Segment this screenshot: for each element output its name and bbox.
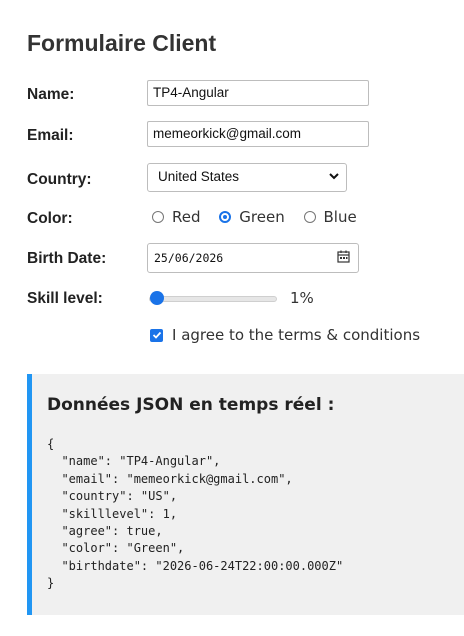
email-label: Email: <box>27 127 74 144</box>
country-row: Country: United States <box>27 163 464 193</box>
chevron-down-icon <box>328 170 340 185</box>
skill-label: Skill level: <box>27 290 103 307</box>
color-row: Color: Red Green Blue <box>27 205 464 235</box>
country-select[interactable]: United States <box>147 163 347 192</box>
radio-green-label: Green <box>239 208 285 226</box>
country-selected-value: United States <box>158 169 240 184</box>
birth-date-row: Birth Date: 25/06/2026 <box>27 243 464 273</box>
birth-date-value: 25/06/2026 <box>154 251 224 265</box>
name-input[interactable]: TP4-Angular <box>147 80 369 106</box>
email-row: Email: memeorkick@gmail.com <box>27 121 464 151</box>
radio-blue[interactable] <box>303 211 316 223</box>
email-input[interactable]: memeorkick@gmail.com <box>147 121 369 147</box>
radio-red[interactable] <box>152 211 164 223</box>
color-option-blue[interactable]: Blue <box>303 208 357 226</box>
page-title: Formulaire Client <box>27 30 217 56</box>
color-option-green[interactable]: Green <box>219 208 285 226</box>
agree-checkbox-row[interactable]: I agree to the terms & conditions <box>150 325 420 345</box>
name-label: Name: <box>27 86 75 103</box>
country-label: Country: <box>27 171 92 188</box>
json-panel: Données JSON en temps réel : { "name": "… <box>27 374 464 615</box>
json-output: { "name": "TP4-Angular", "email": "memeo… <box>47 437 344 591</box>
slider-track <box>149 296 277 302</box>
birth-date-label: Birth Date: <box>27 250 107 267</box>
skill-slider[interactable] <box>149 289 277 309</box>
agree-label: I agree to the terms & conditions <box>172 326 421 344</box>
calendar-icon[interactable] <box>337 250 350 266</box>
skill-row: Skill level: 1% <box>27 287 464 317</box>
checkmark-icon <box>152 331 161 339</box>
color-label: Color: <box>27 210 73 227</box>
radio-red-label: Red <box>172 208 201 226</box>
agree-checkbox[interactable] <box>150 328 163 342</box>
color-radio-group: Red Green Blue <box>152 208 371 227</box>
skill-value: 1% <box>290 289 314 307</box>
color-option-red[interactable]: Red <box>152 208 201 226</box>
radio-green[interactable] <box>219 211 232 223</box>
birth-date-input[interactable]: 25/06/2026 <box>147 243 359 273</box>
radio-blue-label: Blue <box>323 208 357 226</box>
slider-thumb[interactable] <box>150 291 165 305</box>
json-panel-title: Données JSON en temps réel : <box>47 395 335 415</box>
name-row: Name: TP4-Angular <box>27 80 464 110</box>
